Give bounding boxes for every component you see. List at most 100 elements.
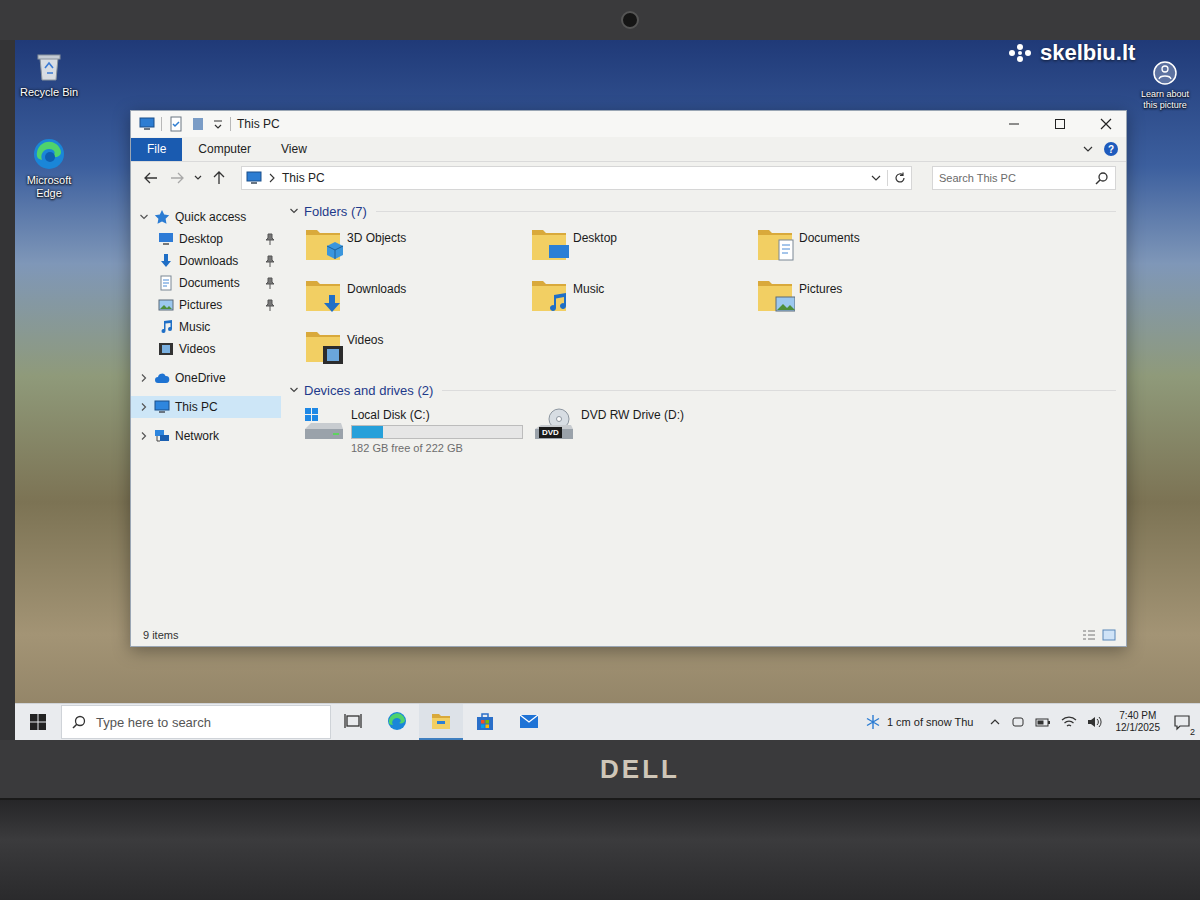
top-bezel: [0, 0, 1200, 40]
hard-disk-icon: [303, 407, 345, 443]
drive-item[interactable]: Local Disk (C:)182 GB free of 222 GB: [303, 407, 533, 454]
properties-icon[interactable]: [168, 116, 184, 132]
download-folder-icon: [303, 277, 343, 315]
breadcrumb-chevron-icon: [267, 172, 277, 184]
sidebar-item[interactable]: This PC: [131, 396, 281, 418]
maximize-button[interactable]: [1040, 111, 1080, 137]
sidebar-item[interactable]: Downloads: [131, 250, 281, 272]
taskbar-app[interactable]: [463, 704, 507, 740]
pc-icon: [154, 399, 170, 415]
pin-icon[interactable]: [265, 299, 275, 311]
clock[interactable]: 7:40 PM12/1/2025: [1108, 710, 1169, 735]
star-icon: [154, 209, 170, 225]
sidebar-item[interactable]: Pictures: [131, 294, 281, 316]
pin-icon[interactable]: [265, 255, 275, 267]
sidebar-item[interactable]: Music: [131, 316, 281, 338]
taskbar-app[interactable]: [331, 704, 375, 740]
explorer-window[interactable]: This PC FileComputerView? This PC Search Th…: [130, 110, 1127, 647]
show-hidden-icons-icon[interactable]: [989, 716, 1001, 728]
mail-icon: [518, 710, 540, 732]
window-title: This PC: [237, 117, 280, 131]
maximize-icon: [1054, 118, 1066, 130]
ribbon-tab[interactable]: File: [131, 138, 182, 161]
ribbon-tab[interactable]: View: [267, 138, 321, 161]
details-view-icon[interactable]: [1082, 629, 1096, 641]
music-folder-icon: [529, 277, 569, 315]
document-folder-icon: [755, 226, 795, 264]
taskbar-app[interactable]: [507, 704, 551, 740]
sidebar-item[interactable]: Quick access: [131, 206, 281, 228]
large-icons-view-icon[interactable]: [1102, 629, 1116, 641]
store-icon: [474, 710, 496, 732]
sidebar-item[interactable]: Desktop: [131, 228, 281, 250]
customize-icon[interactable]: [212, 116, 224, 132]
group-header[interactable]: Devices and drives (2): [289, 379, 1116, 401]
expand-chevron-icon[interactable]: [139, 431, 149, 441]
forward-arrow-icon[interactable]: [169, 170, 185, 186]
address-dropdown-icon[interactable]: [870, 172, 882, 184]
laptop: Recycle Bin Microsoft Edge Learn about thi…: [0, 0, 1200, 900]
pin-icon[interactable]: [265, 233, 275, 245]
refresh-icon[interactable]: [893, 171, 907, 185]
video-folder-icon: [303, 328, 343, 366]
sidebar-item[interactable]: Documents: [131, 272, 281, 294]
desktop-icon[interactable]: Recycle Bin: [17, 50, 81, 99]
new-folder-icon[interactable]: [190, 116, 206, 132]
meet-now-icon[interactable]: [1011, 715, 1025, 729]
taskbar-app[interactable]: [375, 704, 419, 740]
battery-icon[interactable]: [1035, 715, 1051, 729]
taskbar-app[interactable]: [419, 704, 463, 740]
folder-grid: 3D ObjectsDesktopDocuments DownloadsMusic…: [289, 226, 1116, 379]
expand-chevron-icon[interactable]: [139, 373, 149, 383]
title-bar: This PC: [131, 111, 1126, 137]
collapse-chevron-icon[interactable]: [289, 206, 299, 216]
learn-about-picture[interactable]: Learn about this picture: [1134, 60, 1196, 111]
drive-item[interactable]: DVDDVD RW Drive (D:): [533, 407, 759, 454]
address-bar: This PC Search This PC: [131, 162, 1126, 194]
laptop-base: [0, 798, 1200, 900]
expand-ribbon-icon[interactable]: [1082, 143, 1094, 155]
explorer-icon: [430, 710, 452, 732]
notification-center[interactable]: 2: [1168, 704, 1196, 740]
taskbar-search[interactable]: Type here to search: [61, 705, 331, 739]
snowflake-icon: [865, 714, 881, 730]
pin-icon[interactable]: [265, 277, 275, 289]
folder-item[interactable]: Desktop: [529, 226, 755, 277]
brand-logo: DELL: [600, 754, 680, 785]
folder-item[interactable]: Downloads: [303, 277, 529, 328]
sidebar-item[interactable]: OneDrive: [131, 367, 281, 389]
expand-chevron-icon[interactable]: [139, 402, 149, 412]
dvd-badge: DVD: [539, 427, 562, 438]
document-icon: [158, 275, 174, 291]
folder-item[interactable]: Videos: [303, 328, 529, 379]
watermark: skelbiu.lt: [1008, 40, 1135, 66]
minimize-button[interactable]: [994, 111, 1034, 137]
close-button[interactable]: [1086, 111, 1126, 137]
sidebar-item[interactable]: Videos: [131, 338, 281, 360]
collapse-chevron-icon[interactable]: [289, 385, 299, 395]
group-header[interactable]: Folders (7): [289, 200, 1116, 222]
search-field[interactable]: Search This PC: [932, 166, 1116, 190]
desktop-folder-icon: [529, 226, 569, 264]
wifi-icon[interactable]: [1061, 715, 1077, 729]
desktop-icon[interactable]: Microsoft Edge: [17, 136, 81, 200]
folder-item[interactable]: Pictures: [755, 277, 981, 328]
recycle-bin-icon: [32, 50, 66, 84]
start-button[interactable]: [15, 704, 61, 740]
desktop: Recycle Bin Microsoft Edge Learn about thi…: [15, 40, 1200, 703]
volume-icon[interactable]: [1087, 715, 1103, 729]
weather-widget[interactable]: 1 cm of snow Thu: [855, 714, 984, 730]
address-field[interactable]: This PC: [241, 166, 912, 190]
folder-item[interactable]: Documents: [755, 226, 981, 277]
back-arrow-icon[interactable]: [143, 170, 159, 186]
desktop-icon: [158, 231, 174, 247]
help-button[interactable]: ?: [1104, 142, 1118, 156]
folder-item[interactable]: 3D Objects: [303, 226, 529, 277]
recent-locations-icon[interactable]: [193, 170, 203, 186]
folder-item[interactable]: Music: [529, 277, 755, 328]
up-arrow-icon[interactable]: [211, 170, 227, 186]
ribbon-tab[interactable]: Computer: [184, 138, 265, 161]
expand-chevron-icon[interactable]: [139, 212, 149, 222]
sidebar-item[interactable]: Network: [131, 425, 281, 447]
video-icon: [158, 341, 174, 357]
